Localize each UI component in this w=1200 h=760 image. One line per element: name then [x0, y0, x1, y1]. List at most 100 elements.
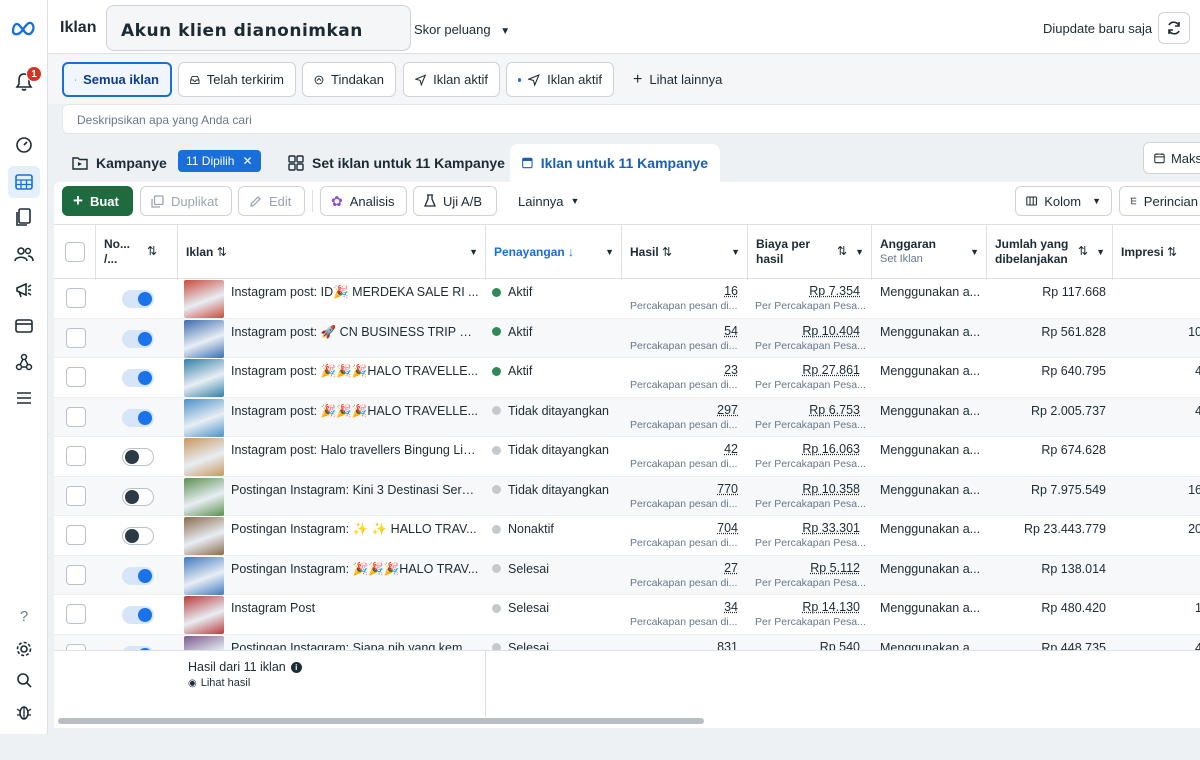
ad-thumbnail[interactable] — [184, 556, 224, 595]
row-checkbox[interactable] — [66, 327, 86, 348]
cost-per-result-value[interactable]: Rp 6.753 — [809, 403, 860, 417]
row-checkbox[interactable] — [66, 485, 86, 506]
table-row[interactable]: Postingan Instagram: 🎉🎉🎉HALO TRAV... Sele… — [54, 555, 1200, 595]
col-cost-per-result[interactable]: Biaya per hasil ⇅ ▼ — [748, 225, 872, 280]
table-row[interactable]: Instagram post: ID🎉 MERDEKA SALE RI ... A… — [54, 279, 1200, 319]
result-value[interactable]: 770 — [717, 482, 738, 496]
ad-name[interactable]: Instagram post: Halo travellers Bingung … — [231, 443, 479, 457]
result-value[interactable]: 16 — [724, 284, 738, 298]
ad-name[interactable]: Instagram post: 🚀 CN BUSINESS TRIP SA... — [231, 325, 479, 340]
row-checkbox[interactable] — [66, 288, 86, 308]
tab-active-ads-2[interactable]: Iklan aktif — [506, 62, 614, 97]
ad-name[interactable]: Instagram post: 🎉🎉🎉HALO TRAVELLE... — [231, 364, 479, 379]
maximize-button[interactable]: Maks — [1143, 142, 1200, 174]
cost-per-result-value[interactable]: Rp 5.112 — [810, 561, 860, 575]
row-checkbox[interactable] — [66, 564, 86, 585]
ad-thumbnail[interactable] — [184, 596, 224, 634]
megaphone-icon[interactable] — [12, 278, 36, 302]
see-more-button[interactable]: + Lihat lainnya — [622, 62, 732, 97]
result-value[interactable]: 34 — [724, 600, 738, 614]
ab-test-button[interactable]: Uji A/B — [413, 186, 497, 216]
delivery-toggle[interactable] — [122, 487, 154, 506]
result-value[interactable]: 54 — [724, 324, 738, 338]
col-amount-spent[interactable]: Jumlah yang dibelanjakan ⇅ ▼ — [987, 225, 1113, 280]
delivery-toggle[interactable] — [122, 448, 154, 466]
edit-button[interactable]: Edit — [238, 186, 305, 216]
delivery-toggle[interactable] — [122, 408, 154, 427]
row-checkbox[interactable] — [66, 525, 86, 545]
row-checkbox[interactable] — [66, 406, 86, 427]
bug-icon[interactable] — [12, 700, 36, 724]
cost-per-result-value[interactable]: Rp 10.358 — [802, 482, 860, 496]
table-row[interactable]: Instagram post: 🎉🎉🎉HALO TRAVELLE... Aktif… — [54, 358, 1200, 398]
ad-name[interactable]: Postingan Instagram: 🎉🎉🎉HALO TRAV... — [231, 562, 479, 577]
delivery-toggle[interactable] — [122, 566, 154, 585]
meta-logo-icon[interactable] — [10, 16, 38, 40]
ad-thumbnail[interactable] — [184, 517, 224, 555]
table-row[interactable]: Instagram post: 🎉🎉🎉HALO TRAVELLE... Tidak… — [54, 397, 1200, 437]
table-row[interactable]: Instagram Post Selesai 34 Percakapan pesan … — [54, 595, 1200, 635]
gauge-icon[interactable] — [12, 133, 36, 157]
table-row[interactable]: Postingan Instagram: Kini 3 Destinasi Se… — [54, 476, 1200, 516]
cost-per-result-value[interactable]: Rp 540 — [820, 640, 860, 651]
columns-dropdown[interactable]: Kolom ▼ — [1015, 186, 1112, 216]
delivery-toggle[interactable] — [122, 606, 154, 624]
cost-per-result-value[interactable]: Rp 16.063 — [802, 442, 860, 456]
table-row[interactable]: Instagram post: 🚀 CN BUSINESS TRIP SA...… — [54, 318, 1200, 358]
col-budget[interactable]: Anggaran Set Iklan ▼ — [872, 225, 987, 280]
result-value[interactable]: 704 — [717, 521, 738, 535]
audience-icon[interactable] — [12, 242, 36, 266]
ad-thumbnail[interactable] — [184, 438, 224, 476]
tab-all-ads[interactable]: Semua iklan — [62, 62, 172, 97]
delivery-toggle[interactable] — [122, 329, 154, 348]
row-checkbox[interactable] — [66, 604, 86, 624]
table-icon[interactable] — [8, 166, 40, 198]
col-impressions[interactable]: Impresi ⇅ — [1113, 225, 1200, 280]
tab-active-ads[interactable]: Iklan aktif — [403, 62, 500, 97]
more-dropdown[interactable]: Lainnya ▼ — [508, 186, 588, 216]
result-value[interactable]: 42 — [724, 442, 738, 456]
duplicate-button[interactable]: Duplikat — [140, 186, 232, 216]
row-checkbox[interactable] — [66, 367, 86, 387]
select-all-checkbox[interactable] — [65, 242, 85, 262]
gear-icon[interactable] — [12, 637, 36, 661]
breakdown-dropdown[interactable]: Perincian — [1119, 186, 1200, 216]
delivery-toggle[interactable] — [122, 527, 154, 545]
info-icon[interactable]: i — [290, 661, 302, 673]
ad-thumbnail[interactable] — [184, 280, 224, 318]
ad-name[interactable]: Postingan Instagram: Siapa nih yang kema… — [231, 641, 479, 651]
tab-campaigns[interactable]: Kampanye — [60, 144, 179, 182]
ad-name[interactable]: Postingan Instagram: ✨ ✨ HALLO TRAV... — [231, 522, 479, 537]
cost-per-result-value[interactable]: Rp 27.861 — [802, 363, 860, 377]
ad-thumbnail[interactable] — [184, 398, 224, 437]
search-icon[interactable] — [12, 668, 36, 692]
result-value[interactable]: 831 — [717, 640, 738, 651]
col-delivery[interactable]: Penayangan ↓ ▼ — [486, 225, 622, 280]
close-icon[interactable]: ✕ — [242, 154, 252, 168]
ad-name[interactable]: Instagram post: 🎉🎉🎉HALO TRAVELLE... — [231, 404, 479, 419]
refresh-button[interactable] — [1158, 12, 1190, 44]
table-row[interactable]: Postingan Instagram: ✨ ✨ HALLO TRAV... No… — [54, 516, 1200, 556]
col-onoff[interactable]: No... /... ⇅ — [96, 225, 178, 280]
search-input[interactable]: Deskripsikan apa yang Anda cari — [62, 104, 1200, 134]
table-row[interactable]: Instagram post: Halo travellers Bingung … — [54, 437, 1200, 477]
table-row[interactable]: Postingan Instagram: Siapa nih yang kema… — [54, 634, 1200, 651]
cost-per-result-value[interactable]: Rp 10.404 — [802, 324, 860, 338]
selected-chip[interactable]: 11 Dipilih ✕ — [178, 150, 261, 172]
account-selector[interactable]: Akun klien dianonimkan — [106, 5, 411, 51]
cost-per-result-value[interactable]: Rp 33.301 — [802, 521, 860, 535]
result-value[interactable]: 23 — [724, 363, 738, 377]
ad-name[interactable]: Instagram post: ID🎉 MERDEKA SALE RI ... — [231, 285, 479, 300]
ad-thumbnail[interactable] — [184, 635, 224, 650]
col-results[interactable]: Hasil ⇅ ▼ — [622, 225, 748, 280]
ad-thumbnail[interactable] — [184, 477, 224, 516]
network-icon[interactable] — [12, 350, 36, 374]
tab-delivered[interactable]: Telah terkirim — [178, 62, 296, 97]
row-checkbox[interactable] — [66, 446, 86, 466]
create-button[interactable]: + Buat — [62, 186, 133, 216]
result-value[interactable]: 27 — [724, 561, 738, 575]
view-results-link[interactable]: ◉ Lihat hasil — [188, 677, 250, 689]
delivery-toggle[interactable] — [122, 290, 154, 308]
analysis-button[interactable]: ✿ Analisis — [320, 186, 407, 216]
ad-thumbnail[interactable] — [184, 359, 224, 397]
